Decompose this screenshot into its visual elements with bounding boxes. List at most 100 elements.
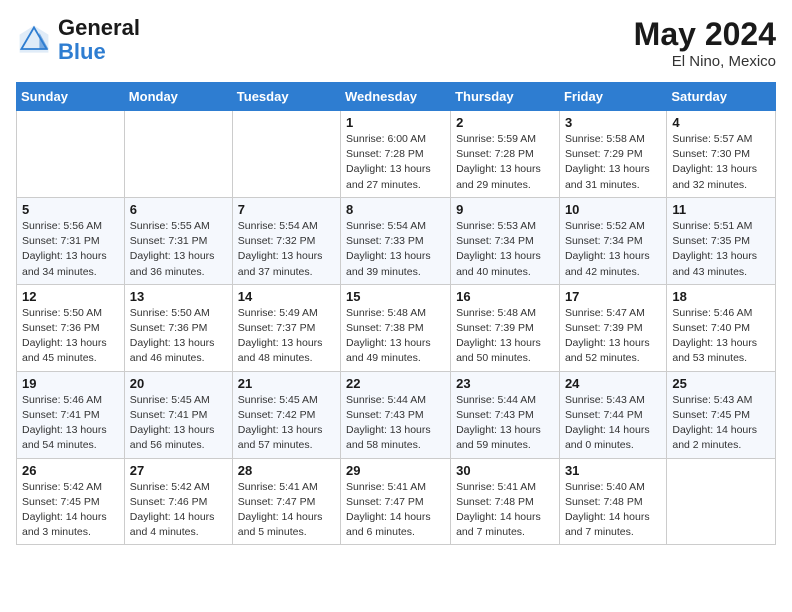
calendar-header: Sunday Monday Tuesday Wednesday Thursday… xyxy=(17,83,776,111)
day-info: Sunrise: 5:43 AMSunset: 7:45 PMDaylight:… xyxy=(672,393,770,454)
day-number: 26 xyxy=(22,463,119,478)
day-number: 10 xyxy=(565,202,661,217)
day-info: Sunrise: 5:41 AMSunset: 7:47 PMDaylight:… xyxy=(238,480,335,541)
calendar-cell: 24 Sunrise: 5:43 AMSunset: 7:44 PMDayligh… xyxy=(559,371,666,458)
day-number: 28 xyxy=(238,463,335,478)
calendar-cell: 20 Sunrise: 5:45 AMSunset: 7:41 PMDayligh… xyxy=(124,371,232,458)
header-row: Sunday Monday Tuesday Wednesday Thursday… xyxy=(17,83,776,111)
calendar-cell: 27 Sunrise: 5:42 AMSunset: 7:46 PMDayligh… xyxy=(124,458,232,545)
day-number: 5 xyxy=(22,202,119,217)
day-info: Sunrise: 5:50 AMSunset: 7:36 PMDaylight:… xyxy=(22,306,119,367)
day-number: 3 xyxy=(565,115,661,130)
day-info: Sunrise: 5:45 AMSunset: 7:42 PMDaylight:… xyxy=(238,393,335,454)
day-info: Sunrise: 5:46 AMSunset: 7:40 PMDaylight:… xyxy=(672,306,770,367)
calendar-cell: 21 Sunrise: 5:45 AMSunset: 7:42 PMDayligh… xyxy=(232,371,340,458)
day-number: 22 xyxy=(346,376,445,391)
day-number: 19 xyxy=(22,376,119,391)
day-info: Sunrise: 5:42 AMSunset: 7:46 PMDaylight:… xyxy=(130,480,227,541)
day-number: 16 xyxy=(456,289,554,304)
day-number: 20 xyxy=(130,376,227,391)
day-info: Sunrise: 5:48 AMSunset: 7:38 PMDaylight:… xyxy=(346,306,445,367)
day-number: 13 xyxy=(130,289,227,304)
day-info: Sunrise: 5:49 AMSunset: 7:37 PMDaylight:… xyxy=(238,306,335,367)
day-info: Sunrise: 5:53 AMSunset: 7:34 PMDaylight:… xyxy=(456,219,554,280)
day-info: Sunrise: 5:43 AMSunset: 7:44 PMDaylight:… xyxy=(565,393,661,454)
calendar-week-2: 5 Sunrise: 5:56 AMSunset: 7:31 PMDaylight… xyxy=(17,197,776,284)
day-info: Sunrise: 5:47 AMSunset: 7:39 PMDaylight:… xyxy=(565,306,661,367)
day-info: Sunrise: 5:51 AMSunset: 7:35 PMDaylight:… xyxy=(672,219,770,280)
calendar-cell: 17Sunrise: 5:47 AMSunset: 7:39 PMDayligh… xyxy=(559,284,666,371)
calendar-cell: 15 Sunrise: 5:48 AMSunset: 7:38 PMDayligh… xyxy=(341,284,451,371)
day-number: 8 xyxy=(346,202,445,217)
day-info: Sunrise: 5:55 AMSunset: 7:31 PMDaylight:… xyxy=(130,219,227,280)
day-number: 14 xyxy=(238,289,335,304)
calendar-cell: 14 Sunrise: 5:49 AMSunset: 7:37 PMDayligh… xyxy=(232,284,340,371)
day-info: Sunrise: 5:59 AMSunset: 7:28 PMDaylight:… xyxy=(456,132,554,193)
calendar-cell: 31 Sunrise: 5:40 AMSunset: 7:48 PMDayligh… xyxy=(559,458,666,545)
col-sunday: Sunday xyxy=(17,83,125,111)
day-number: 9 xyxy=(456,202,554,217)
calendar-cell: 8 Sunrise: 5:54 AMSunset: 7:33 PMDaylight… xyxy=(341,197,451,284)
calendar-cell: 4Sunrise: 5:57 AMSunset: 7:30 PMDaylight… xyxy=(667,111,776,198)
calendar-cell: 9 Sunrise: 5:53 AMSunset: 7:34 PMDaylight… xyxy=(451,197,560,284)
day-info: Sunrise: 5:44 AMSunset: 7:43 PMDaylight:… xyxy=(346,393,445,454)
day-number: 18 xyxy=(672,289,770,304)
calendar-cell: 10 Sunrise: 5:52 AMSunset: 7:34 PMDayligh… xyxy=(559,197,666,284)
calendar-cell: 22 Sunrise: 5:44 AMSunset: 7:43 PMDayligh… xyxy=(341,371,451,458)
logo-text: GeneralBlue xyxy=(58,16,140,64)
calendar-cell xyxy=(17,111,125,198)
calendar-cell: 29 Sunrise: 5:41 AMSunset: 7:47 PMDayligh… xyxy=(341,458,451,545)
day-number: 24 xyxy=(565,376,661,391)
calendar-cell xyxy=(667,458,776,545)
calendar-cell: 6 Sunrise: 5:55 AMSunset: 7:31 PMDaylight… xyxy=(124,197,232,284)
day-info: Sunrise: 5:44 AMSunset: 7:43 PMDaylight:… xyxy=(456,393,554,454)
day-info: Sunrise: 5:54 AMSunset: 7:33 PMDaylight:… xyxy=(346,219,445,280)
calendar-cell: 26 Sunrise: 5:42 AMSunset: 7:45 PMDayligh… xyxy=(17,458,125,545)
col-friday: Friday xyxy=(559,83,666,111)
calendar-week-3: 12Sunrise: 5:50 AMSunset: 7:36 PMDayligh… xyxy=(17,284,776,371)
day-info: Sunrise: 5:54 AMSunset: 7:32 PMDaylight:… xyxy=(238,219,335,280)
col-tuesday: Tuesday xyxy=(232,83,340,111)
calendar-cell: 11Sunrise: 5:51 AMSunset: 7:35 PMDayligh… xyxy=(667,197,776,284)
col-monday: Monday xyxy=(124,83,232,111)
day-info: Sunrise: 5:48 AMSunset: 7:39 PMDaylight:… xyxy=(456,306,554,367)
day-number: 6 xyxy=(130,202,227,217)
day-info: Sunrise: 5:41 AMSunset: 7:47 PMDaylight:… xyxy=(346,480,445,541)
calendar-cell: 7Sunrise: 5:54 AMSunset: 7:32 PMDaylight… xyxy=(232,197,340,284)
day-number: 21 xyxy=(238,376,335,391)
col-wednesday: Wednesday xyxy=(341,83,451,111)
calendar-cell xyxy=(124,111,232,198)
day-number: 27 xyxy=(130,463,227,478)
day-info: Sunrise: 5:41 AMSunset: 7:48 PMDaylight:… xyxy=(456,480,554,541)
day-number: 1 xyxy=(346,115,445,130)
day-info: Sunrise: 5:45 AMSunset: 7:41 PMDaylight:… xyxy=(130,393,227,454)
day-info: Sunrise: 5:58 AMSunset: 7:29 PMDaylight:… xyxy=(565,132,661,193)
day-info: Sunrise: 5:52 AMSunset: 7:34 PMDaylight:… xyxy=(565,219,661,280)
calendar-cell: 3 Sunrise: 5:58 AMSunset: 7:29 PMDaylight… xyxy=(559,111,666,198)
day-info: Sunrise: 5:56 AMSunset: 7:31 PMDaylight:… xyxy=(22,219,119,280)
calendar-week-1: 1Sunrise: 6:00 AMSunset: 7:28 PMDaylight… xyxy=(17,111,776,198)
day-info: Sunrise: 5:46 AMSunset: 7:41 PMDaylight:… xyxy=(22,393,119,454)
day-info: Sunrise: 5:40 AMSunset: 7:48 PMDaylight:… xyxy=(565,480,661,541)
day-number: 30 xyxy=(456,463,554,478)
day-number: 25 xyxy=(672,376,770,391)
day-info: Sunrise: 5:42 AMSunset: 7:45 PMDaylight:… xyxy=(22,480,119,541)
calendar-week-4: 19 Sunrise: 5:46 AMSunset: 7:41 PMDayligh… xyxy=(17,371,776,458)
calendar-table: Sunday Monday Tuesday Wednesday Thursday… xyxy=(16,82,776,545)
day-number: 15 xyxy=(346,289,445,304)
calendar-cell: 12Sunrise: 5:50 AMSunset: 7:36 PMDayligh… xyxy=(17,284,125,371)
calendar-cell: 1Sunrise: 6:00 AMSunset: 7:28 PMDaylight… xyxy=(341,111,451,198)
day-info: Sunrise: 5:57 AMSunset: 7:30 PMDaylight:… xyxy=(672,132,770,193)
calendar-cell xyxy=(232,111,340,198)
col-thursday: Thursday xyxy=(451,83,560,111)
calendar-body: 1Sunrise: 6:00 AMSunset: 7:28 PMDaylight… xyxy=(17,111,776,545)
calendar-cell: 13 Sunrise: 5:50 AMSunset: 7:36 PMDayligh… xyxy=(124,284,232,371)
day-number: 31 xyxy=(565,463,661,478)
calendar-cell: 23Sunrise: 5:44 AMSunset: 7:43 PMDayligh… xyxy=(451,371,560,458)
calendar-cell: 30 Sunrise: 5:41 AMSunset: 7:48 PMDayligh… xyxy=(451,458,560,545)
day-number: 29 xyxy=(346,463,445,478)
day-info: Sunrise: 5:50 AMSunset: 7:36 PMDaylight:… xyxy=(130,306,227,367)
calendar-week-5: 26 Sunrise: 5:42 AMSunset: 7:45 PMDayligh… xyxy=(17,458,776,545)
calendar-cell: 18 Sunrise: 5:46 AMSunset: 7:40 PMDayligh… xyxy=(667,284,776,371)
day-number: 2 xyxy=(456,115,554,130)
